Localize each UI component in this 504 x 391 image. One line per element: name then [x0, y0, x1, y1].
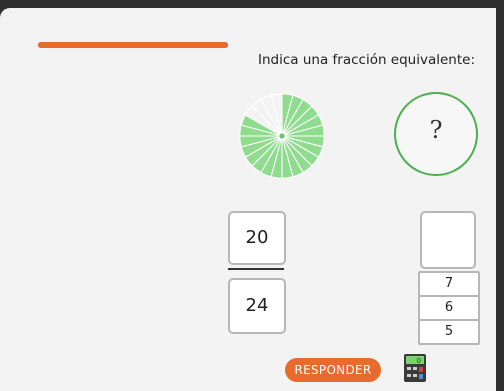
- pie-center: [279, 133, 285, 139]
- answer-drop-box[interactable]: [420, 211, 476, 269]
- progress-fill: [38, 42, 228, 48]
- calculator-display: 0: [417, 357, 421, 365]
- exercise-screen: Indica una fracción equivalente: ? 20 24…: [0, 8, 496, 391]
- question-mark-icon: ?: [429, 116, 443, 144]
- option-tile[interactable]: 7: [418, 271, 480, 297]
- respond-button[interactable]: RESPONDER: [285, 358, 381, 382]
- unknown-pie-circle: ?: [394, 92, 478, 176]
- option-tile[interactable]: 5: [418, 319, 480, 345]
- numerator-box: 20: [228, 211, 286, 265]
- option-tile[interactable]: 6: [418, 295, 480, 321]
- progress-bar: [38, 42, 228, 48]
- fraction-pie-chart: [239, 93, 325, 179]
- calculator-icon[interactable]: 0: [404, 354, 426, 382]
- fraction-bar: [228, 268, 284, 270]
- question-prompt: Indica una fracción equivalente:: [258, 52, 476, 68]
- denominator-box: 24: [228, 278, 286, 334]
